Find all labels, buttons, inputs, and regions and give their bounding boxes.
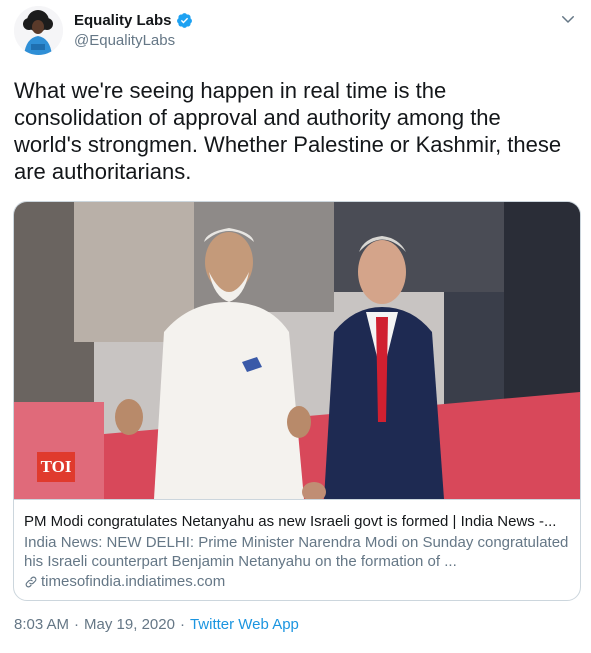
tweet-meta: 8:03 AM · May 19, 2020 · Twitter Web App [14,616,299,633]
link-preview-card[interactable]: TOI PM Modi congratulates Netanyahu as n… [13,201,581,601]
card-body: PM Modi congratulates Netanyahu as new I… [14,499,580,600]
card-domain: timesofindia.indiatimes.com [41,573,226,590]
meta-separator: · [179,616,185,633]
author-handle: @EqualityLabs [74,32,176,49]
card-description: India News: NEW DELHI: Prime Minister Na… [24,534,569,570]
tweet-time[interactable]: 8:03 AM [14,616,69,633]
author-display-name-row: Equality Labs [74,10,193,30]
card-title: PM Modi congratulates Netanyahu as new I… [24,513,557,530]
author-info[interactable]: Equality Labs @EqualityLabs [74,10,193,49]
author-avatar[interactable] [14,6,63,55]
tweet-date[interactable]: May 19, 2020 [84,616,175,633]
verified-badge-icon [176,12,192,28]
link-icon [25,576,37,587]
card-image [14,202,580,499]
tweet-text: What we're seeing happen in real time is… [14,78,562,184]
card-domain-row: timesofindia.indiatimes.com [24,572,570,591]
tweet-source-app-link[interactable]: Twitter Web App [190,616,299,633]
author-display-name: Equality Labs [74,11,172,29]
meta-separator: · [74,616,80,633]
avatar-illustration [14,6,63,55]
chevron-down-icon[interactable] [559,10,577,28]
toi-logo-badge: TOI [37,452,75,482]
